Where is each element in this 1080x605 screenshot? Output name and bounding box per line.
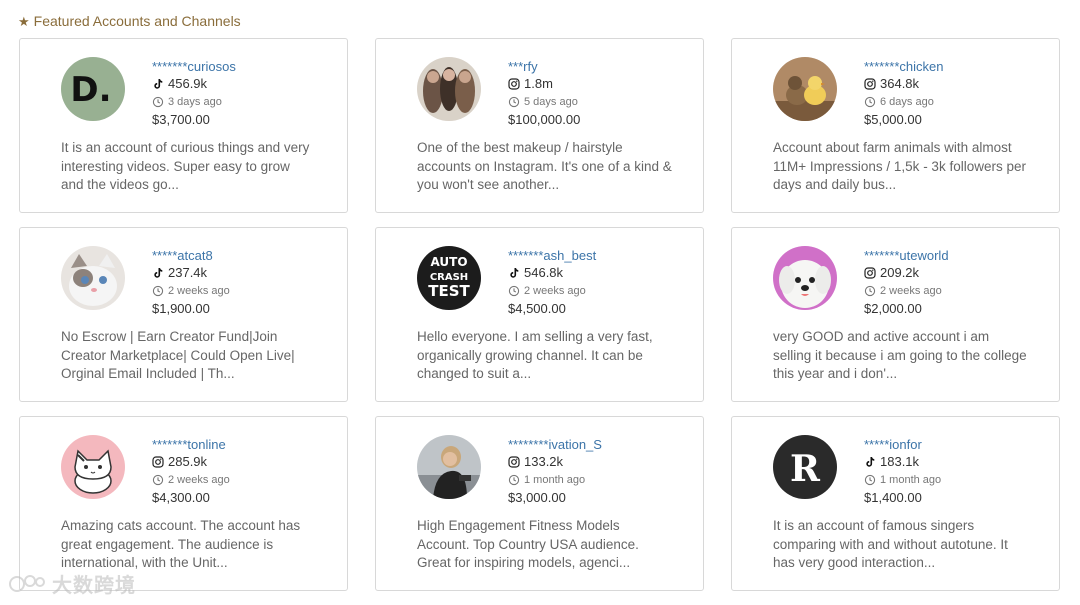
posted-time: 6 days ago — [880, 96, 934, 108]
avatar: D. — [61, 57, 125, 121]
avatar: AUTO CRASH TEST — [417, 246, 481, 310]
tiktok-icon — [154, 268, 163, 278]
posted-time: 2 weeks ago — [880, 285, 942, 297]
clock-icon — [152, 474, 164, 486]
posted-time: 2 weeks ago — [168, 285, 230, 297]
clock-icon — [864, 474, 876, 486]
account-handle-link[interactable]: *******ash_best — [508, 247, 698, 264]
avatar — [61, 246, 125, 310]
account-handle-link[interactable]: *******chicken — [864, 58, 1054, 75]
clock-icon — [508, 285, 520, 297]
svg-text:R: R — [790, 448, 821, 490]
price: $1,900.00 — [152, 301, 210, 316]
account-handle-link[interactable]: *******curiosos — [152, 58, 342, 75]
price: $1,400.00 — [864, 490, 922, 505]
description: very GOOD and active account i am sellin… — [773, 329, 1027, 381]
account-card[interactable]: *****atcat8 237.4k 2 weeks ago $1,900.00… — [19, 227, 348, 402]
description: Hello everyone. I am selling a very fast… — [417, 329, 653, 381]
avatar — [417, 435, 481, 499]
account-card[interactable]: ********ivation_S 133.2k 1 month ago $3,… — [375, 416, 704, 591]
account-card[interactable]: *******uteworld 209.2k 2 weeks ago $2,00… — [731, 227, 1060, 402]
follower-count: 456.9k — [168, 76, 208, 91]
account-card[interactable]: AUTO CRASH TEST *******ash_best 546.8k 2… — [375, 227, 704, 402]
clock-icon — [864, 96, 876, 108]
account-card[interactable]: *******chicken 364.8k 6 days ago $5,000.… — [731, 38, 1060, 213]
follower-count: 209.2k — [880, 265, 920, 280]
price: $100,000.00 — [508, 112, 581, 127]
watermark: 大数跨境 — [8, 569, 136, 598]
clock-icon — [864, 285, 876, 297]
description: It is an account of curious things and v… — [61, 140, 310, 192]
price: $3,000.00 — [508, 490, 566, 505]
account-card[interactable]: D. *******curiosos 456.9k 3 days ago $3,… — [19, 38, 348, 213]
tiktok-icon — [154, 79, 163, 89]
posted-time: 1 month ago — [880, 474, 942, 486]
avatar — [417, 57, 481, 121]
instagram-icon — [864, 78, 876, 90]
account-handle-link[interactable]: *******uteworld — [864, 247, 1054, 264]
account-handle-link[interactable]: *****atcat8 — [152, 247, 342, 264]
follower-count: 546.8k — [524, 265, 564, 280]
posted-time: 2 weeks ago — [524, 285, 586, 297]
clock-icon — [508, 96, 520, 108]
svg-text:AUTO: AUTO — [430, 255, 467, 269]
description: Account about farm animals with almost 1… — [773, 140, 1026, 192]
watermark-text: 大数跨境 — [52, 575, 136, 597]
description: Amazing cats account. The account has gr… — [61, 518, 301, 570]
posted-time: 1 month ago — [524, 474, 586, 486]
posted-time: 3 days ago — [168, 96, 222, 108]
avatar: R — [773, 435, 837, 499]
instagram-icon — [508, 78, 520, 90]
follower-count: 1.8m — [524, 76, 553, 91]
posted-time: 5 days ago — [524, 96, 578, 108]
tiktok-icon — [866, 457, 875, 467]
instagram-icon — [864, 267, 876, 279]
description: It is an account of famous singers compa… — [773, 518, 1008, 570]
account-handle-link[interactable]: *****ionfor — [864, 436, 1054, 453]
svg-text:TEST: TEST — [428, 282, 470, 300]
accounts-grid: D. *******curiosos 456.9k 3 days ago $3,… — [19, 38, 1060, 591]
description: One of the best makeup / hairstyle accou… — [417, 140, 672, 192]
account-card[interactable]: R *****ionfor 183.1k 1 month ago $1,400.… — [731, 416, 1060, 591]
price: $5,000.00 — [864, 112, 922, 127]
section-title: Featured Accounts and Channels — [33, 13, 241, 29]
instagram-icon — [152, 456, 164, 468]
account-handle-link[interactable]: *******tonline — [152, 436, 342, 453]
svg-text:D.: D. — [70, 70, 111, 110]
star-icon: ★ — [18, 13, 30, 29]
clock-icon — [508, 474, 520, 486]
description: No Escrow | Earn Creator Fund|Join Creat… — [61, 329, 295, 381]
watermark-logo-icon — [9, 574, 45, 592]
price: $2,000.00 — [864, 301, 922, 316]
avatar — [773, 57, 837, 121]
follower-count: 237.4k — [168, 265, 208, 280]
description: High Engagement Fitness Models Account. … — [417, 518, 639, 570]
price: $4,500.00 — [508, 301, 566, 316]
follower-count: 285.9k — [168, 454, 208, 469]
price: $3,700.00 — [152, 112, 210, 127]
price: $4,300.00 — [152, 490, 210, 505]
follower-count: 364.8k — [880, 76, 920, 91]
account-handle-link[interactable]: ********ivation_S — [508, 436, 698, 453]
avatar — [61, 435, 125, 499]
follower-count: 183.1k — [880, 454, 920, 469]
instagram-icon — [508, 456, 520, 468]
clock-icon — [152, 285, 164, 297]
account-handle-link[interactable]: ***rfy — [508, 58, 698, 75]
avatar — [773, 246, 837, 310]
section-header: ★ Featured Accounts and Channels — [18, 13, 241, 29]
account-card[interactable]: *******tonline 285.9k 2 weeks ago $4,300… — [19, 416, 348, 591]
clock-icon — [152, 96, 164, 108]
follower-count: 133.2k — [524, 454, 564, 469]
posted-time: 2 weeks ago — [168, 474, 230, 486]
account-card[interactable]: ***rfy 1.8m 5 days ago $100,000.00 One o… — [375, 38, 704, 213]
tiktok-icon — [510, 268, 519, 278]
